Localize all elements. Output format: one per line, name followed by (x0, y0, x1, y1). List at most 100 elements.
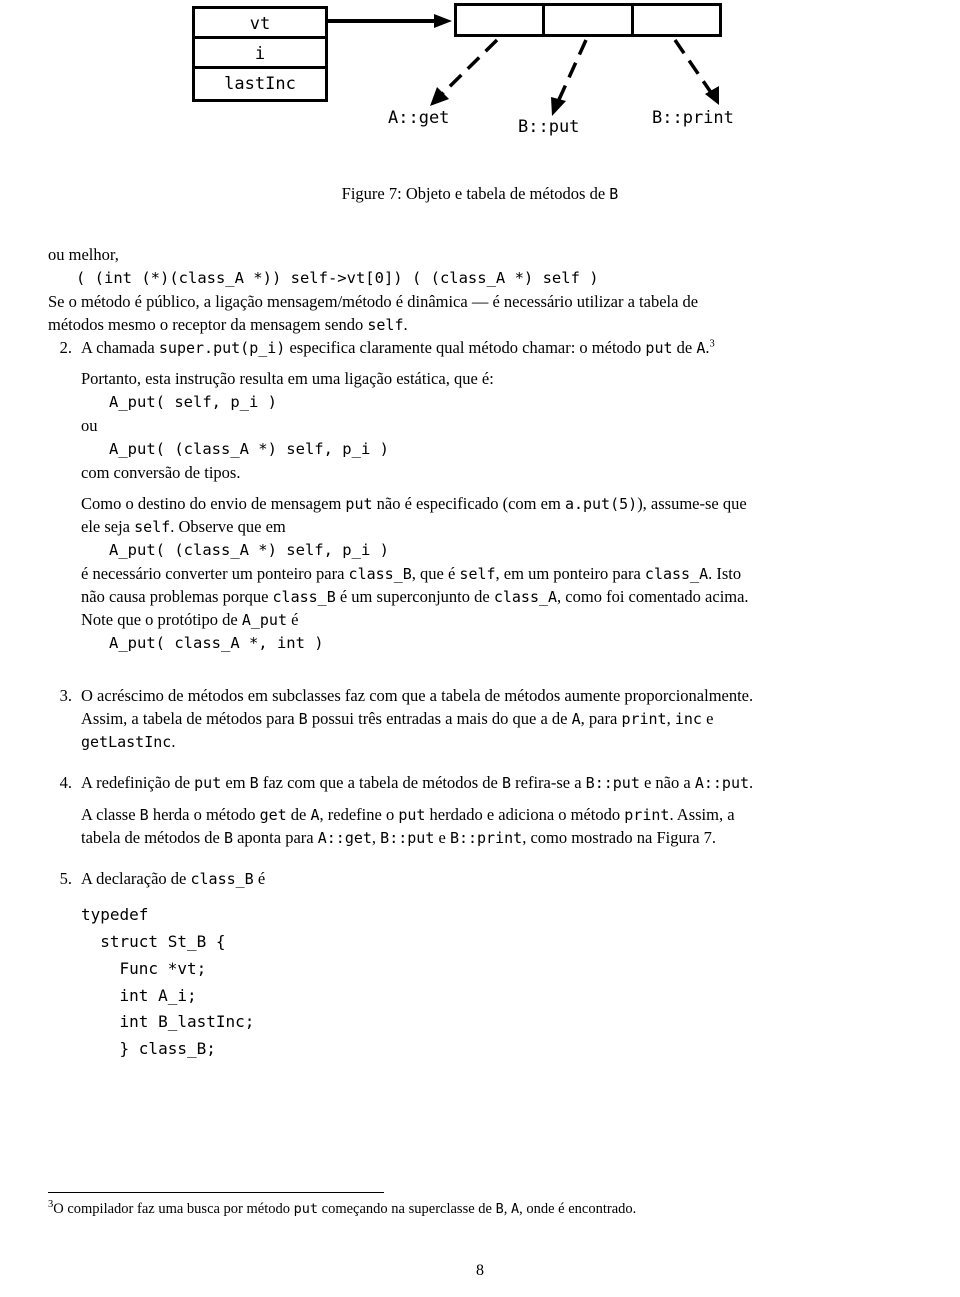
inline-code-class-b: class_B (348, 565, 412, 584)
item4-text-h: herda o método (152, 804, 256, 824)
inline-code-put-2: put (345, 495, 373, 514)
figure-caption: Figure 7: Objeto e tabela de métodos de … (0, 184, 960, 204)
item2-line7: é necessário converter um ponteiro para … (81, 563, 912, 585)
arrow-to-a-get (430, 38, 499, 106)
inline-code-put-4: put (398, 805, 426, 824)
item2-text-n: não causa problemas porque (81, 587, 269, 607)
item3-text-b: possui três entradas a mais do que a de (311, 709, 568, 729)
inline-code-b-print: B::print (449, 828, 523, 847)
item4-text-m: tabela de métodos de (81, 827, 220, 847)
inline-code-self-3: self (459, 565, 496, 584)
intro-line: ou melhor, (48, 245, 119, 264)
list-item-3: 3. O acréscimo de métodos em subclasses … (48, 685, 912, 753)
inline-code-a-get: A::get (317, 828, 372, 847)
item4-line1: A redefinição de put em B faz com que a … (81, 772, 912, 794)
item2-line8: não causa problemas porque class_B é um … (81, 586, 912, 608)
method-table-label-a-get: A::get (388, 108, 450, 128)
item2-code-2: A_put( (class_A *) self, p_i ) (109, 440, 389, 459)
item4-text-e: e não a (643, 773, 691, 793)
item4-text-q: , como mostrado na Figura 7. (522, 827, 717, 847)
item4-text-i: de (290, 804, 307, 824)
item4-line2: A classe B herda o método get de A, rede… (81, 804, 912, 826)
list-item-2-number: 2. (59, 338, 72, 358)
arrow-to-b-put (551, 39, 588, 116)
item3-text-d: , (666, 709, 671, 729)
inline-code-print-2: print (624, 805, 670, 824)
item2-code-4: A_put( class_A *, int ) (109, 634, 324, 653)
inline-code-super-put: super.put(p_i) (158, 339, 286, 358)
item2-text-f: não é especificado (com em (376, 494, 561, 514)
footnote-text-c: , (503, 1200, 508, 1217)
item2-text-k: , que é (411, 564, 456, 584)
inline-code-b-4: B (139, 805, 149, 824)
inline-code-print: print (621, 710, 667, 729)
list-item-5-number: 5. (59, 868, 72, 888)
inline-code-class-b-3: class_B (190, 869, 254, 888)
item2-line5: Como o destino do envio de mensagem put … (81, 493, 912, 515)
footnote-text-a: O compilador faz uma busca por método (53, 1200, 291, 1217)
item3-text-c: , para (580, 709, 618, 729)
inline-code-b-6: B (495, 1200, 504, 1217)
item3-text-f: . (171, 732, 176, 752)
intro-paragraph-period: . (403, 314, 408, 334)
page-number: 8 (476, 1262, 484, 1279)
method-table-label-b-put: B::put (518, 117, 580, 137)
inline-code-b-put-2: B::put (380, 828, 435, 847)
list-item-4-number: 4. (59, 773, 72, 793)
item5-text-b: é (257, 868, 266, 888)
figure-caption-text: Figure 7: (341, 184, 402, 203)
inline-code-b-3: B (501, 774, 512, 793)
item2-line4: com conversão de tipos. (81, 462, 241, 482)
figure-7: vt i lastInc A::get B::put B::print Figu… (0, 0, 960, 203)
footnote-rule (48, 1192, 384, 1193)
item2-text-h: ele seja (81, 517, 131, 537)
object-box: vt i lastInc (192, 6, 328, 102)
inline-code-a-put-5: a.put(5) (564, 495, 638, 514)
item2-line2: Portanto, esta instrução resulta em uma … (81, 369, 494, 389)
object-field-i: i (195, 39, 325, 69)
item3-line3: getLastInc. (81, 731, 912, 753)
object-field-vt: vt (195, 9, 325, 39)
inline-code-class-a: class_A (644, 565, 709, 584)
intro-code-line: ( (int (*)(class_A *)) self->vt[0]) ( (c… (76, 269, 599, 288)
item2-line1: A chamada super.put(p_i) especifica clar… (81, 337, 912, 359)
inline-code-get: get (259, 805, 287, 824)
arrow-to-b-print (673, 39, 719, 105)
document-body: ou melhor, ( (int (*)(class_A *)) self->… (48, 243, 912, 1067)
list-item-4: 4. A redefinição de put em B faz com que… (48, 772, 912, 848)
method-table-cell-1 (545, 6, 634, 34)
object-field-lastinc: lastInc (224, 74, 296, 94)
inline-code-a-4: A (310, 805, 320, 824)
inline-code-b-put: B::put (585, 774, 640, 793)
inline-code-a-5: A (510, 1200, 520, 1217)
inline-code-inc: inc (674, 710, 702, 729)
method-table-cell-0 (457, 6, 546, 34)
inline-code-a-put-2: A::put (694, 774, 750, 793)
item4-line3: tabela de métodos de B aponta para A::ge… (81, 827, 912, 849)
inline-code-class-a-2: class_A (493, 588, 558, 607)
item4-text-b: em (225, 773, 246, 793)
item2-text-c: de (676, 338, 693, 358)
item4-text-f: . (749, 773, 754, 793)
item2-code-3: A_put( (class_A *) self, p_i ) (109, 541, 389, 560)
intro-paragraph-line-1: Se o método é público, a ligação mensage… (48, 291, 699, 311)
item2-line9: Note que o protótipo de A_put é (81, 609, 912, 631)
item5-text-a: A declaração de (81, 868, 187, 888)
inline-code-a-3: A (571, 710, 581, 729)
item4-text-d: refira-se a (515, 773, 582, 793)
inline-code-getlastinc: getLastInc (81, 733, 172, 752)
footnote-marker-3[interactable]: 3 (710, 339, 715, 350)
item5-line1: A declaração de class_B é (81, 868, 912, 890)
item4-text-c: faz com que a tabela de métodos de (262, 773, 498, 793)
item2-text-o: é um superconjunto de (339, 587, 490, 607)
item4-text-g: A classe (81, 804, 136, 824)
footnote-3: 3O compilador faz uma busca por método p… (48, 1198, 912, 1219)
document-page: vt i lastInc A::get B::put B::print Figu… (0, 0, 960, 1297)
figure-caption-class: B (609, 185, 619, 203)
inline-code-put: put (645, 339, 673, 358)
item2-text-q: Note que o protótipo de (81, 610, 238, 630)
item2-text-j: é necessário converter um ponteiro para (81, 564, 345, 584)
item3-line2: Assim, a tabela de métodos para B possui… (81, 708, 912, 730)
inline-code-put-5: put (293, 1200, 319, 1217)
struct-declaration-code: typedef struct St_B { Func *vt; int A_i;… (81, 904, 255, 1059)
